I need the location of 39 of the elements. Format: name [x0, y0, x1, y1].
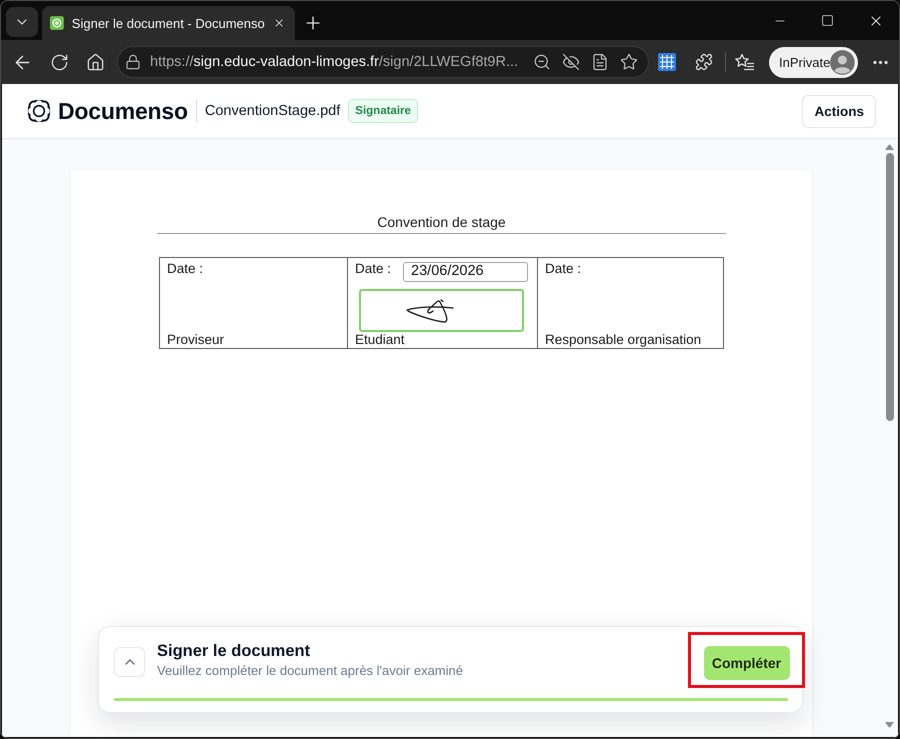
scrollbar-thumb[interactable]	[886, 153, 894, 421]
file-name: ConventionStage.pdf	[204, 103, 340, 119]
role-label: Proviseur	[167, 332, 226, 348]
home-icon[interactable]	[86, 52, 105, 72]
refresh-icon[interactable]	[50, 52, 69, 72]
browser-tab[interactable]: Signer le document - Documenso	[42, 6, 295, 40]
extensions-icon[interactable]	[695, 53, 713, 71]
date-label: Date :	[545, 261, 582, 276]
role-badge: Signataire	[348, 99, 418, 123]
caret-down-icon[interactable]	[885, 722, 894, 728]
document-title: Convention de stage	[376, 214, 507, 232]
star-icon[interactable]	[620, 53, 638, 71]
complete-button[interactable]: Compléter	[704, 646, 790, 680]
signature-field[interactable]	[359, 289, 524, 332]
date-field[interactable]: 23/06/2026	[403, 262, 528, 282]
role-label: Etudiant	[355, 332, 406, 348]
panel-title: Signer le document	[157, 642, 312, 661]
favicon-icon	[50, 14, 64, 32]
date-label: Date :	[355, 261, 392, 276]
role-label: Responsable organisation	[545, 332, 702, 348]
reader-icon[interactable]	[591, 53, 609, 71]
avatar-icon	[830, 50, 855, 74]
panel-subtitle: Veuillez compléter le document après l'avoir examiné	[157, 663, 464, 678]
address-bar[interactable]: https://sign.educ-valadon-limoges.fr/sign/2LLWEGf8t9R...	[117, 46, 649, 78]
signature-drawing	[406, 296, 454, 324]
maximize-icon[interactable]	[821, 14, 834, 27]
actions-button[interactable]: Actions	[802, 94, 876, 128]
inprivate-button[interactable]: InPrivate	[769, 46, 858, 78]
favorites-icon[interactable]	[735, 53, 755, 71]
url-text: https://sign.educ-valadon-limoges.fr/sign/2LLWEGf8t9R...	[150, 54, 520, 70]
eye-off-icon[interactable]	[562, 53, 580, 71]
tab-title: Signer le document - Documenso	[72, 16, 265, 30]
lock-icon[interactable]	[125, 54, 141, 70]
caret-up-icon[interactable]	[885, 144, 894, 150]
zoom-out-icon[interactable]	[533, 53, 551, 71]
logo-icon	[28, 100, 50, 122]
date-label: Date :	[167, 261, 204, 276]
app-grid-icon[interactable]	[658, 53, 676, 71]
brand-name: Documenso	[58, 98, 188, 124]
